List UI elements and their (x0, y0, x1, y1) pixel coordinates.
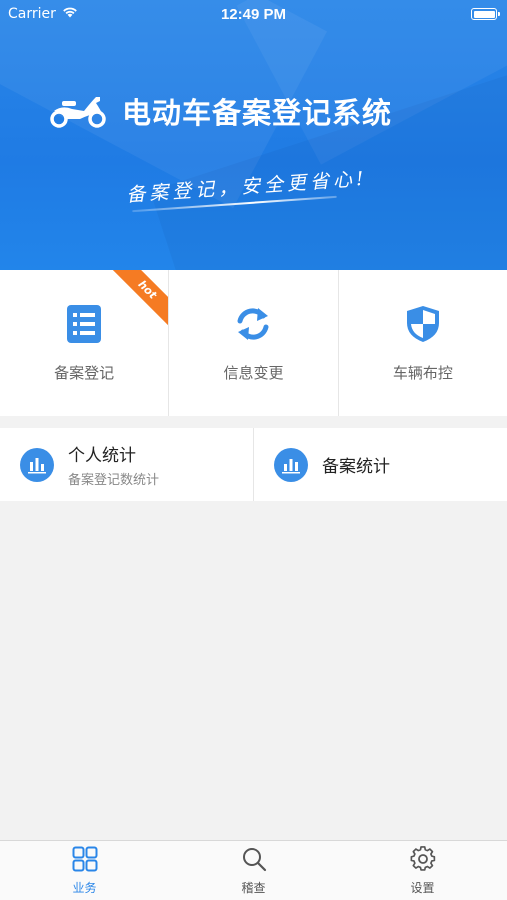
grid-icon (72, 846, 98, 876)
tab-label: 业务 (72, 880, 97, 895)
refresh-arrows-icon (233, 304, 273, 348)
grid-item-label: 车辆布控 (392, 363, 453, 382)
hot-badge: hot (110, 270, 169, 328)
tab-settings[interactable]: 设置 (338, 841, 507, 900)
app-title-row: 电动车备案登记系统 (48, 86, 392, 136)
tab-label: 设置 (410, 880, 435, 895)
function-grid: 备案登记 hot 信息变更 车辆布控 (0, 270, 507, 416)
stat-title: 备案统计 (322, 457, 390, 477)
stat-subtitle: 备案登记数统计 (68, 473, 160, 488)
registration-statistics[interactable]: 备案统计 (254, 428, 507, 501)
header-banner: Carrier 12:49 PM 电动车备案登记系统 备案登记，安全更省心! (0, 0, 507, 270)
tab-label: 稽查 (241, 880, 266, 895)
battery-icon (471, 8, 500, 20)
tab-bar: 业务 稽查 设置 (0, 840, 507, 900)
stat-title: 个人统计 (68, 446, 136, 466)
grid-item-info-change[interactable]: 信息变更 (169, 270, 339, 416)
tab-inspection[interactable]: 稽查 (169, 841, 338, 900)
app-title: 电动车备案登记系统 (122, 96, 393, 130)
grid-item-registration[interactable]: 备案登记 hot (0, 270, 170, 416)
status-bar: Carrier 12:49 PM (0, 0, 507, 28)
screen: Carrier 12:49 PM 电动车备案登记系统 备案登记，安全更省心! 备… (0, 0, 507, 900)
statistics-row: 个人统计 备案登记数统计 备案统计 (0, 428, 507, 501)
document-list-icon (66, 304, 102, 348)
status-time: 12:49 PM (220, 6, 287, 23)
search-icon (241, 846, 267, 876)
scooter-icon (48, 89, 108, 133)
grid-item-vehicle-control[interactable]: 车辆布控 (339, 270, 507, 416)
stat-text: 备案统计 (322, 452, 390, 477)
hot-badge-label: hot (110, 270, 169, 328)
gear-icon (410, 845, 436, 876)
personal-statistics[interactable]: 个人统计 备案登记数统计 (0, 428, 254, 501)
grid-item-label: 信息变更 (223, 363, 284, 382)
grid-item-label: 备案登记 (54, 363, 115, 382)
tab-business[interactable]: 业务 (0, 841, 169, 900)
bar-chart-icon (20, 447, 54, 482)
shield-icon (405, 304, 441, 348)
bar-chart-icon (274, 447, 308, 482)
stat-text: 个人统计 备案登记数统计 (68, 441, 159, 488)
